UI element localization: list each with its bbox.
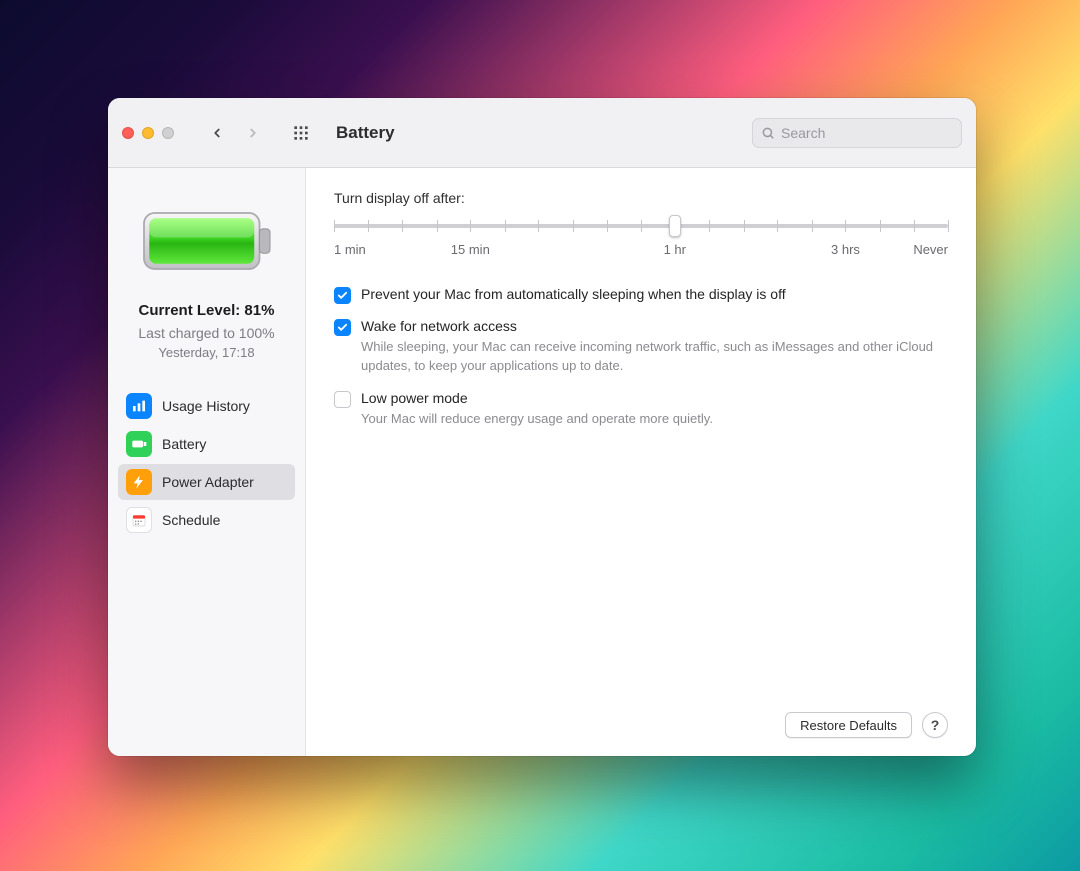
slider-tick <box>402 220 403 232</box>
battery-level-label: Current Level: 81% <box>122 302 291 319</box>
battery-hero-icon <box>116 196 297 286</box>
slider-tick <box>948 220 949 232</box>
slider-tick-label: 1 min <box>334 242 366 257</box>
close-window-button[interactable] <box>122 127 134 139</box>
content-footer: Restore Defaults ? <box>334 712 948 738</box>
slider-tick <box>845 220 846 232</box>
battery-last-charged-label: Last charged to 100% <box>122 325 291 341</box>
sidebar-item-label: Power Adapter <box>162 474 254 490</box>
zoom-window-button[interactable] <box>162 127 174 139</box>
slider-thumb[interactable] <box>669 215 681 237</box>
search-field[interactable] <box>752 118 962 148</box>
content-pane: Turn display off after: 1 min 15 min 1 hr 3… <box>306 168 976 756</box>
slider-tick <box>641 220 642 232</box>
calendar-icon <box>126 507 152 533</box>
option-label: Low power mode <box>361 390 948 406</box>
forward-button <box>236 119 270 147</box>
sidebar-item-battery[interactable]: Battery <box>118 426 295 462</box>
minimize-window-button[interactable] <box>142 127 154 139</box>
sidebar-item-label: Usage History <box>162 398 250 414</box>
grid-icon <box>293 125 309 141</box>
sidebar-item-schedule[interactable]: Schedule <box>118 502 295 538</box>
option-low-power: Low power mode Your Mac will reduce energ… <box>334 390 948 429</box>
option-wake-network: Wake for network access While sleeping, y… <box>334 318 948 376</box>
slider-tick <box>334 220 335 232</box>
slider-tick <box>607 220 608 232</box>
restore-defaults-button[interactable]: Restore Defaults <box>785 712 912 738</box>
slider-tick <box>573 220 574 232</box>
checkbox-wake-network[interactable] <box>334 319 351 336</box>
sidebar: Current Level: 81% Last charged to 100% … <box>108 168 306 756</box>
preferences-window: Battery <box>108 98 976 756</box>
chart-bar-icon <box>126 393 152 419</box>
battery-last-charged-time: Yesterday, 17:18 <box>122 345 291 360</box>
slider-tick <box>709 220 710 232</box>
slider-labels: 1 min 15 min 1 hr 3 hrs Never <box>334 242 948 260</box>
slider-tick <box>368 220 369 232</box>
help-button[interactable]: ? <box>922 712 948 738</box>
checkbox-prevent-sleep[interactable] <box>334 287 351 304</box>
slider-tick <box>744 220 745 232</box>
option-description: While sleeping, your Mac can receive inc… <box>361 338 948 376</box>
option-label: Wake for network access <box>361 318 948 334</box>
slider-tick <box>470 220 471 232</box>
window-controls <box>122 127 174 139</box>
sidebar-item-usage-history[interactable]: Usage History <box>118 388 295 424</box>
nav-arrows <box>200 119 270 147</box>
sidebar-item-power-adapter[interactable]: Power Adapter <box>118 464 295 500</box>
window-title: Battery <box>336 123 395 143</box>
sidebar-item-label: Schedule <box>162 512 220 528</box>
sidebar-item-label: Battery <box>162 436 206 452</box>
search-input[interactable] <box>781 125 953 141</box>
battery-icon <box>126 431 152 457</box>
battery-status: Current Level: 81% Last charged to 100% … <box>116 292 297 360</box>
option-description: Your Mac will reduce energy usage and op… <box>361 410 948 429</box>
slider-tick <box>914 220 915 232</box>
back-button[interactable] <box>200 119 234 147</box>
search-icon <box>761 126 775 140</box>
option-label: Prevent your Mac from automatically slee… <box>361 286 948 302</box>
slider-tick <box>505 220 506 232</box>
sidebar-nav: Usage History Battery Power Adapter Schedul… <box>116 388 297 538</box>
slider-tick <box>880 220 881 232</box>
show-all-button[interactable] <box>286 119 316 147</box>
slider-tick <box>812 220 813 232</box>
slider-tick <box>777 220 778 232</box>
bolt-icon <box>126 469 152 495</box>
slider-tick-label: 15 min <box>451 242 490 257</box>
option-prevent-sleep: Prevent your Mac from automatically slee… <box>334 286 948 304</box>
slider-tick <box>538 220 539 232</box>
slider-tick-label: 1 hr <box>664 242 686 257</box>
titlebar: Battery <box>108 98 976 168</box>
checkbox-low-power[interactable] <box>334 391 351 408</box>
slider-tick-label: Never <box>913 242 948 257</box>
display-off-label: Turn display off after: <box>334 190 948 206</box>
display-off-slider[interactable] <box>334 216 948 236</box>
slider-tick <box>437 220 438 232</box>
slider-tick-label: 3 hrs <box>831 242 860 257</box>
